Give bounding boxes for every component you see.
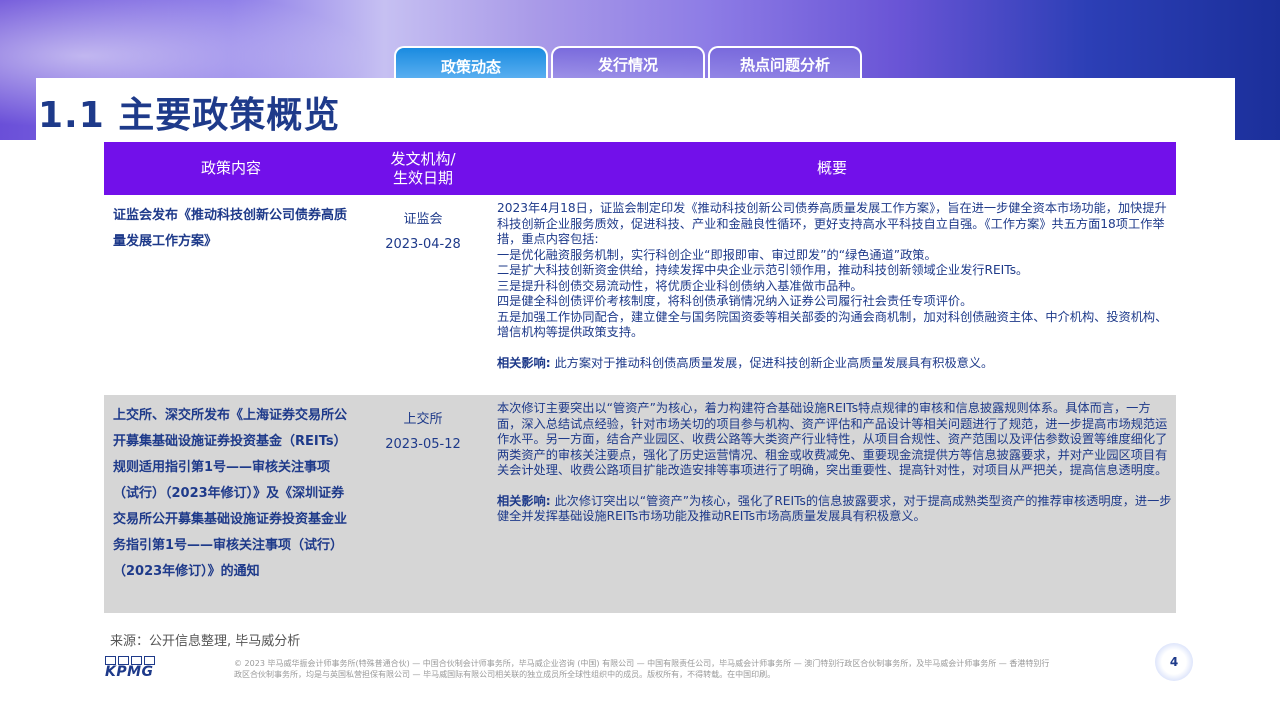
summary-paragraph: 四是健全科创债评价考核制度，将科创债承销情况纳入证券公司履行社会责任专项评价。 [497,294,973,308]
header-policy-content: 政策内容 [200,159,261,177]
effective-date: 2023-04-28 [385,237,461,252]
summary-paragraph: 二是扩大科技创新资金供给，持续发挥中央企业示范引领作用，推动科技创新领域企业发行… [497,263,1029,277]
summary: 本次修订主要突出以“管资产”为核心，着力构建符合基础设施REITs特点规律的审核… [488,395,1176,613]
agency: 上交所 [403,412,443,427]
summary-paragraph: 一是优化融资服务机制，实行科创企业“即报即审、审过即发”的“绿色通道”政策。 [497,247,937,262]
impact-label: 相关影响: [497,355,551,370]
header-agency-date: 发文机构/ 生效日期 [358,142,488,195]
summary: 2023年4月18日，证监会制定印发《推动科技创新公司债券高质量发展工作方案》，… [488,195,1176,395]
table-row: 证监会发布《推动科技创新公司债券高质量发展工作方案》 证监会 2023-04-2… [104,195,1176,395]
impact-label: 相关影响: [497,493,551,508]
impact-paragraph: 相关影响: 此方案对于推动科创债高质量发展，促进科技创新企业高质量发展具有积极意… [497,356,1172,372]
summary-paragraph: 2023年4月18日，证监会制定印发《推动科技创新公司债券高质量发展工作方案》，… [497,201,1167,246]
policy-content: 证监会发布《推动科技创新公司债券高质量发展工作方案》 [113,208,348,249]
header-summary: 概要 [816,159,847,177]
effective-date: 2023-05-12 [385,437,461,452]
policy-content: 上交所、深交所发布《上海证券交易所公开募集基础设施证券投资基金（REITs）规则… [113,408,348,579]
table-row: 上交所、深交所发布《上海证券交易所公开募集基础设施证券投资基金（REITs）规则… [104,395,1176,613]
summary-paragraph: 五是加强工作协同配合，建立健全与国务院国资委等相关部委的沟通会商机制，加对科创债… [497,309,1168,340]
agency: 证监会 [403,212,443,227]
source-note: 来源：公开信息整理, 毕马威分析 [110,634,301,649]
table-header: 政策内容 发文机构/ 生效日期 概要 [104,142,1176,195]
agency-date: 上交所 2023-05-12 [358,395,488,613]
impact-text: 此次修订突出以“管资产”为核心，强化了REITs的信息披露要求，对于提高成熟类型… [497,493,1172,524]
legal-footer: © 2023 毕马威华振会计师事务所(特殊普通合伙) — 中国合伙制会计师事务所… [234,659,1050,679]
summary-paragraph: 本次修订主要突出以“管资产”为核心，着力构建符合基础设施REITs特点规律的审核… [497,401,1168,477]
page-number: 4 [1155,643,1193,681]
agency-date: 证监会 2023-04-28 [358,195,488,395]
policy-table: 政策内容 发文机构/ 生效日期 概要 证监会发布《推动科技创新公司债券高质量发展… [104,142,1176,613]
page-title: 1.1 主要政策概览 [38,95,341,136]
header-agency-date-text: 发文机构/ 生效日期 [390,149,456,187]
impact-paragraph: 相关影响: 此次修订突出以“管资产”为核心，强化了REITs的信息披露要求，对于… [497,494,1172,525]
summary-paragraph: 三是提升科创债交易流动性，将优质企业科创债纳入基准做市品种。 [497,278,863,293]
impact-text: 此方案对于推动科创债高质量发展，促进科技创新企业高质量发展具有积极意义。 [554,355,994,370]
kpmg-logo: KPMG [105,656,159,680]
logo-wordmark: KPMG [105,664,154,680]
